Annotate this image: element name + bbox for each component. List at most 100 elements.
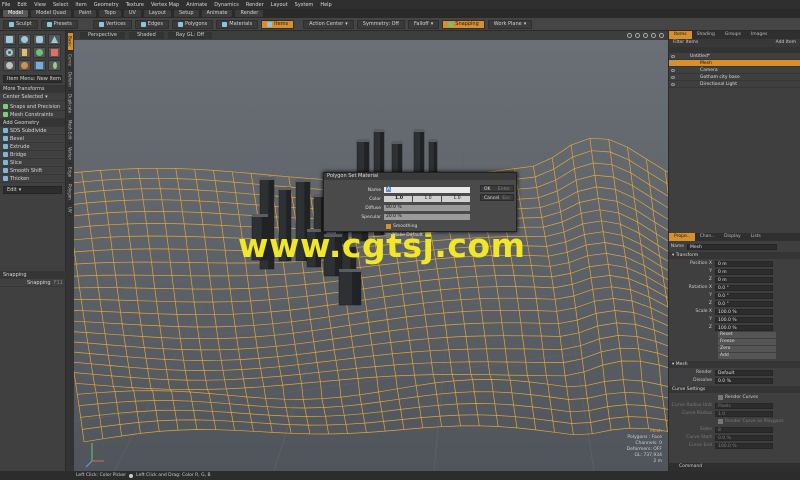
menu-view[interactable]: View (34, 2, 46, 8)
name-field[interactable]: A (384, 187, 470, 193)
curve-radius-field[interactable]: 1.0 (715, 410, 773, 417)
items-tab-groups[interactable]: Groups (720, 31, 746, 39)
items-tab-items[interactable]: Items (669, 31, 692, 39)
position-0-field[interactable]: 0 m (715, 260, 773, 267)
render-as-polygons-checkbox[interactable]: Render Curve as Polygons (669, 418, 800, 425)
curve-start-field[interactable]: 0.0 % (715, 434, 773, 441)
snapping-toggle[interactable]: Snapping (442, 19, 485, 29)
visibility-eye-icon[interactable] (669, 67, 676, 73)
rotation-2-field[interactable]: 0.0 ° (715, 300, 773, 307)
cancel-button[interactable]: Cancel Esc (480, 194, 514, 201)
ok-button[interactable]: OK Enter (480, 185, 514, 192)
visibility-eye-icon[interactable] (669, 81, 676, 87)
cone-tool-icon[interactable] (48, 34, 61, 45)
color-r-field[interactable]: 1.0 (384, 196, 412, 202)
item-row[interactable]: Untitled* (669, 53, 800, 60)
torus-tool-icon[interactable] (3, 47, 16, 58)
menu-help[interactable]: Help (320, 2, 331, 8)
curve-radius-unit-dropdown[interactable]: Pixels (715, 402, 773, 409)
work-plane-dropdown[interactable]: Work Plane ▾ (487, 19, 533, 29)
dissolve-field[interactable]: 0.0 % (715, 377, 773, 384)
tab-topo[interactable]: Topo (99, 10, 121, 17)
presets-button[interactable]: Presets (40, 19, 78, 29)
side-tab-edge[interactable]: Edge (67, 164, 73, 181)
item-menu-dropdown[interactable]: Item Menu: New Item (3, 75, 62, 83)
scale-0-field[interactable]: 100.0 % (715, 308, 773, 315)
zero-button[interactable]: Zero (718, 346, 776, 352)
move-tool-icon[interactable] (18, 47, 31, 58)
add-item-button[interactable]: Add Item (776, 39, 796, 47)
items-mode-button[interactable]: Items (261, 19, 295, 29)
zoom-icon[interactable] (635, 33, 640, 38)
tab-layout[interactable]: Layout (143, 10, 171, 17)
side-tab-duplicate[interactable]: Duplicate (67, 91, 73, 118)
rotate-view-icon[interactable] (643, 33, 648, 38)
smoothing-checkbox[interactable]: Smoothing (324, 222, 516, 230)
shaded-dropdown[interactable]: Shaded (128, 32, 164, 39)
item-name-field[interactable]: Mesh (687, 243, 777, 250)
element-move-tool-icon[interactable] (18, 60, 31, 71)
visibility-eye-icon[interactable] (669, 53, 676, 59)
side-tab-polygon[interactable]: Polygon (67, 181, 73, 204)
props-tab-0[interactable]: Prope.. (669, 233, 695, 241)
edit-dropdown[interactable]: Edit ▾ (3, 186, 62, 194)
rotation-0-field[interactable]: 0.0 ° (715, 284, 773, 291)
perspective-dropdown[interactable]: Perspective (80, 32, 125, 39)
maximize-icon[interactable] (659, 33, 664, 38)
curve-end-field[interactable]: 100.0 % (715, 442, 773, 449)
tab-paint[interactable]: Paint (73, 10, 97, 17)
pen-tool-icon[interactable] (48, 60, 61, 71)
falloff-dropdown[interactable]: Falloff ▾ (407, 19, 440, 29)
side-tab-vertex[interactable]: Vertex (67, 144, 73, 164)
edges-mode-button[interactable]: Edges (134, 19, 169, 29)
diffuse-field[interactable]: 80.0 % (384, 205, 470, 211)
polygons-mode-button[interactable]: Polygons (171, 19, 214, 29)
menu-texture[interactable]: Texture (126, 2, 144, 8)
side-tab-basic[interactable]: Basic (67, 33, 73, 51)
visibility-eye-icon[interactable] (669, 74, 676, 80)
menu-geometry[interactable]: Geometry (94, 2, 119, 8)
center-selected-dropdown[interactable]: Center Selected ▾ (0, 93, 65, 101)
menu-system[interactable]: System (295, 2, 314, 8)
items-tab-images[interactable]: Images (746, 31, 772, 39)
scale-2-field[interactable]: 100.0 % (715, 324, 773, 331)
action-center-dropdown[interactable]: Action Center ▾ (303, 19, 354, 29)
menu-select[interactable]: Select (53, 2, 68, 8)
vertices-mode-button[interactable]: Vertices (92, 19, 132, 29)
side-tab-mesh-edit[interactable]: Mesh Edit (67, 117, 73, 144)
sides-field[interactable]: 8 (715, 426, 773, 433)
filter-items-field[interactable]: Filter Items (673, 39, 698, 47)
position-2-field[interactable]: 0 m (715, 276, 773, 283)
specular-field[interactable]: 20.0 % (384, 214, 470, 220)
symmetry-dropdown[interactable]: Symmetry: Off (356, 19, 405, 29)
menu-file[interactable]: File (2, 2, 10, 8)
tab-model-quad[interactable]: Model Quad (31, 10, 71, 17)
menu-vertex-map[interactable]: Vertex Map (151, 2, 179, 8)
materials-mode-button[interactable]: Materials (216, 19, 259, 29)
reset-button[interactable]: Reset (718, 332, 776, 338)
transform-tool-icon[interactable] (3, 60, 16, 71)
fit-icon[interactable] (651, 33, 656, 38)
tab-uv[interactable]: UV (123, 10, 141, 17)
items-tab-shading[interactable]: Shading (692, 31, 720, 39)
tab-render[interactable]: Render (235, 10, 264, 17)
tab-animate[interactable]: Animate (201, 10, 233, 17)
item-row[interactable]: Directional Light (669, 81, 800, 88)
scale-1-field[interactable]: 100.0 % (715, 316, 773, 323)
scale-tool-icon[interactable] (48, 47, 61, 58)
snapping-row[interactable]: Snapping F11 (0, 279, 66, 287)
props-tab-2[interactable]: Display (719, 233, 746, 241)
cylinder-tool-icon[interactable] (33, 34, 46, 45)
color-b-field[interactable]: 1.0 (442, 196, 470, 202)
command-field[interactable]: Command (669, 463, 800, 471)
rotation-1-field[interactable]: 0.0 ° (715, 292, 773, 299)
render-curves-checkbox[interactable]: Render Curves (669, 394, 800, 401)
rotate-tool-icon[interactable] (33, 47, 46, 58)
tab-setup[interactable]: Setup (173, 10, 199, 17)
cube-tool-icon[interactable] (3, 34, 16, 45)
item-row[interactable]: Mesh (669, 60, 800, 67)
color-g-field[interactable]: 1.0 (413, 196, 441, 202)
transform-section[interactable]: ▾ Transform (669, 252, 800, 259)
add-button[interactable]: Add (718, 353, 776, 359)
side-tab-curve[interactable]: Curve (67, 51, 73, 70)
